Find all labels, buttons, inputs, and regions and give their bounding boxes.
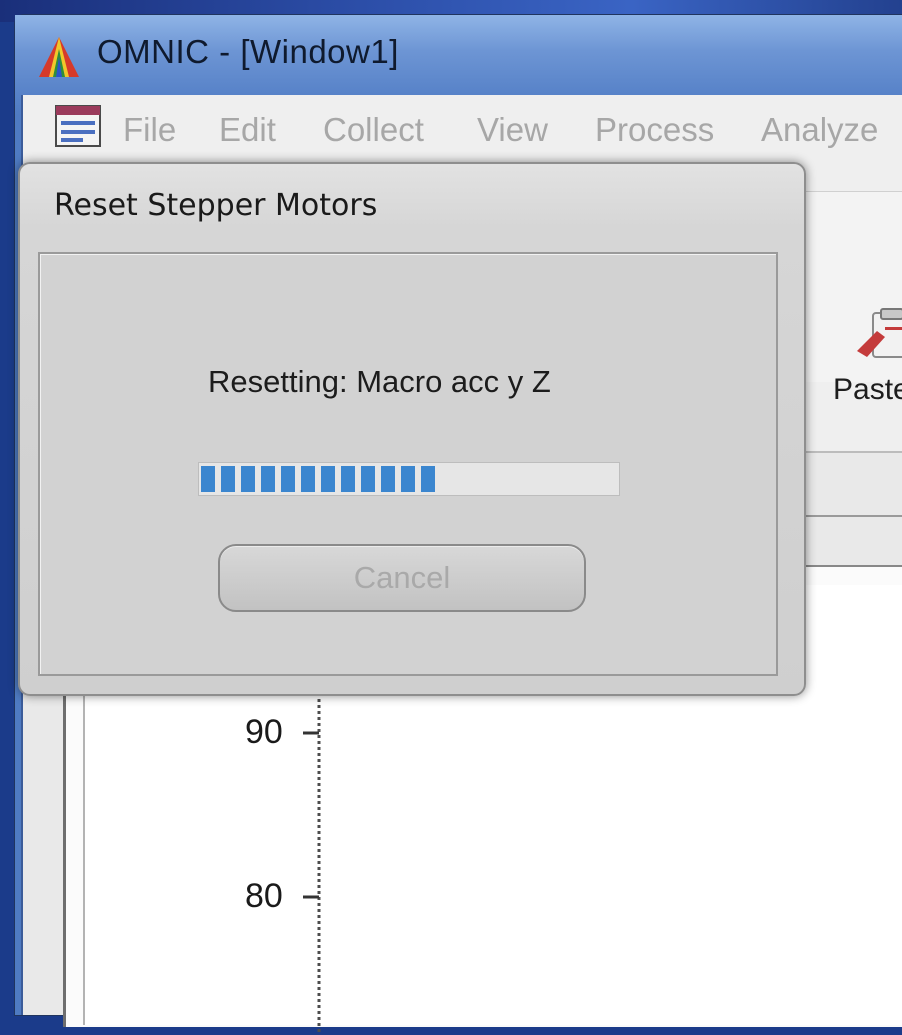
reset-progress-bar	[198, 462, 620, 496]
menu-file[interactable]: File	[123, 111, 176, 149]
paste-button-label[interactable]: Paste	[833, 373, 902, 407]
progress-segment	[301, 466, 315, 492]
y-tick-label-90: 90	[245, 713, 283, 751]
progress-segment	[221, 466, 235, 492]
progress-segment	[381, 466, 395, 492]
menu-collect[interactable]: Collect	[323, 111, 424, 149]
progress-segment	[201, 466, 215, 492]
progress-segment	[321, 466, 335, 492]
window-titlebar[interactable]: OMNIC - [Window1]	[15, 15, 902, 95]
menu-view[interactable]: View	[477, 111, 548, 149]
progress-segment	[281, 466, 295, 492]
progress-segment	[341, 466, 355, 492]
cancel-button[interactable]: Cancel	[218, 544, 586, 612]
menu-analyze[interactable]: Analyze	[761, 111, 878, 149]
menu-edit[interactable]: Edit	[219, 111, 276, 149]
y-tick-label-80: 80	[245, 877, 283, 915]
reset-stepper-motors-dialog: Reset Stepper Motors Resetting: Macro ac…	[18, 162, 806, 696]
dialog-title: Reset Stepper Motors	[54, 188, 378, 223]
progress-segment	[401, 466, 415, 492]
progress-segment	[241, 466, 255, 492]
dialog-body: Resetting: Macro acc y Z Cancel	[38, 252, 778, 676]
progress-segment	[361, 466, 375, 492]
progress-segment	[261, 466, 275, 492]
document-window-icon[interactable]	[55, 105, 101, 147]
paste-icon[interactable]	[855, 305, 902, 365]
omnic-triangle-icon	[39, 37, 79, 77]
window-title: OMNIC - [Window1]	[97, 33, 399, 70]
menu-bar: File Edit Collect View Process Analyze	[23, 95, 902, 162]
progress-segment	[421, 466, 435, 492]
reset-status-text: Resetting: Macro acc y Z	[208, 364, 551, 399]
progress-fill	[201, 466, 435, 492]
toolbar-divider-lower	[793, 515, 902, 517]
menu-process[interactable]: Process	[595, 111, 714, 149]
toolbar-divider	[793, 451, 902, 453]
